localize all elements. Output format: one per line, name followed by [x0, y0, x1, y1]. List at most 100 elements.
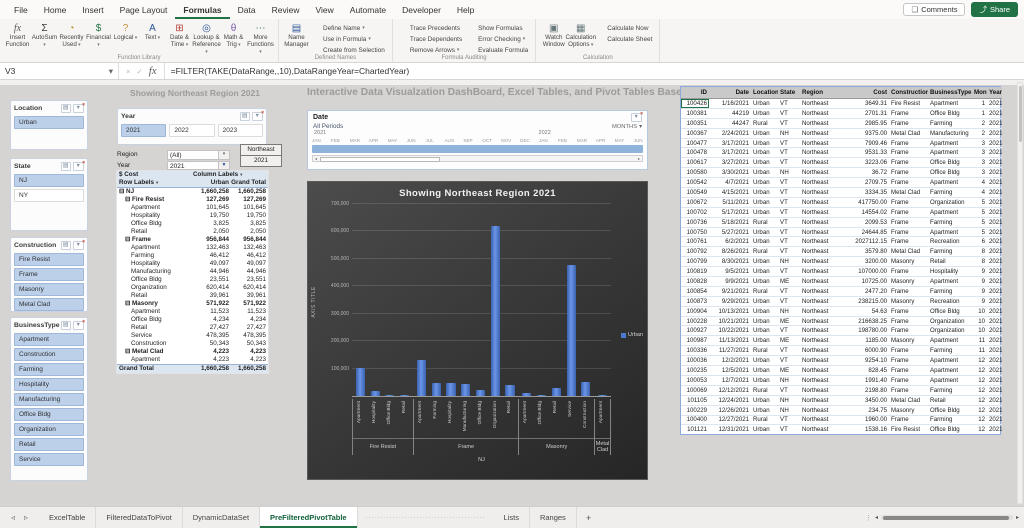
table-cell[interactable]: Office Bldg — [928, 405, 972, 416]
ribbon-tab-page-layout[interactable]: Page Layout — [112, 0, 176, 19]
table-cell[interactable]: 2021 — [987, 167, 1002, 179]
table-cell[interactable]: Apartment — [928, 375, 972, 386]
table-cell[interactable]: Metal Clad — [889, 128, 928, 139]
timeline-month-2022-jan[interactable]: JAN — [539, 137, 558, 145]
table-cell[interactable]: 9254.10 — [845, 355, 889, 367]
ribbon-button-trace-dependents[interactable]: Trace Dependents — [400, 35, 462, 43]
chart-bar-masonry-construction[interactable] — [581, 382, 591, 396]
table-cell[interactable]: 100426 — [681, 98, 709, 109]
column-header-location[interactable]: Location — [751, 87, 778, 99]
table-cell[interactable]: Recreation — [928, 236, 972, 248]
ribbon-button-more-functions[interactable]: ⋯ More Functions ▾ — [247, 21, 274, 56]
sheet-nav-right-icon[interactable]: ▹ — [24, 513, 28, 522]
table-cell[interactable]: Apartment — [928, 276, 972, 287]
timeline-month-2021-mar[interactable]: MAR — [350, 137, 369, 145]
table-cell[interactable]: 2701.31 — [845, 108, 889, 119]
table-cell[interactable]: 2709.75 — [845, 177, 889, 189]
table-cell[interactable]: 5/11/2021 — [709, 197, 751, 208]
table-cell[interactable]: Frame — [889, 217, 928, 228]
timeline-scroll-left-icon[interactable]: ◂ — [313, 156, 319, 161]
table-cell[interactable]: Northeast — [800, 256, 845, 268]
chart-bar-frame-manufacturing[interactable] — [461, 383, 471, 396]
hscroll-thumb[interactable] — [882, 515, 1009, 520]
table-cell[interactable]: Urban — [751, 355, 778, 367]
table-cell[interactable]: Retail — [928, 256, 972, 268]
table-cell[interactable]: 100617 — [681, 157, 709, 169]
table-cell[interactable]: 2021 — [987, 207, 1002, 218]
ribbon-button-trace-precedents[interactable]: Trace Precedents — [400, 24, 462, 32]
table-cell[interactable]: 100702 — [681, 207, 709, 218]
table-cell[interactable]: Organization — [928, 316, 972, 327]
table-cell[interactable]: Northeast — [800, 306, 845, 317]
table-cell[interactable]: 107000.00 — [845, 266, 889, 278]
timeline-month-2022-apr[interactable]: APR — [596, 137, 615, 145]
table-cell[interactable]: Rural — [751, 415, 778, 426]
slicer-item-metal-clad[interactable]: Metal Clad — [14, 298, 84, 311]
ribbon-tab-developer[interactable]: Developer — [394, 0, 449, 19]
table-cell[interactable]: 9/5/2021 — [709, 266, 751, 278]
chart-bar-frame-office-bldg[interactable] — [475, 389, 486, 396]
new-sheet-button[interactable]: + — [577, 507, 600, 528]
chart-bar-fire-resist-apartment[interactable] — [355, 368, 365, 396]
table-cell[interactable]: Farming — [928, 286, 972, 297]
table-cell[interactable]: Urban — [751, 177, 778, 189]
timeline-month-2021-dec[interactable]: DEC — [520, 137, 539, 145]
table-cell[interactable]: 4/7/2021 — [709, 177, 751, 189]
clear-filter-icon[interactable]: ▼ — [72, 102, 86, 113]
insert-function-fx-icon[interactable]: fx — [149, 65, 157, 77]
table-cell[interactable]: Frame — [889, 266, 928, 278]
table-cell[interactable]: 12/5/2021 — [709, 365, 751, 376]
timeline-month-2021-sep[interactable]: SEP — [463, 137, 482, 145]
ribbon-tab-insert[interactable]: Insert — [74, 0, 111, 19]
table-cell[interactable]: 100761 — [681, 236, 709, 248]
name-manager-button[interactable]: ▤ Name Manager — [283, 21, 310, 50]
table-cell[interactable]: Apartment — [928, 147, 972, 159]
table-cell[interactable]: Frame — [889, 157, 928, 169]
table-cell[interactable]: Recreation — [928, 296, 972, 307]
table-cell[interactable]: 3/30/2021 — [709, 167, 751, 179]
pivot-row-labels-dropdown[interactable]: Row Labels ▾ — [117, 179, 191, 187]
table-cell[interactable]: Northeast — [800, 118, 845, 129]
table-cell[interactable]: 2021 — [987, 187, 1002, 198]
table-cell[interactable]: 12/27/2021 — [709, 415, 751, 426]
table-cell[interactable]: 2021 — [987, 415, 1002, 426]
column-header-cost[interactable]: Cost — [845, 87, 889, 99]
table-cell[interactable]: Northeast — [800, 167, 845, 179]
table-cell[interactable]: Frame — [889, 415, 928, 426]
table-cell[interactable]: Frame — [889, 375, 928, 386]
ribbon-button-date-time[interactable]: ⊞ Date & Time ▾ — [166, 21, 193, 56]
table-cell[interactable]: Urban — [751, 335, 778, 347]
ribbon-tab-view[interactable]: View — [308, 0, 342, 19]
table-cell[interactable]: Northeast — [800, 236, 845, 248]
table-cell[interactable]: Hospitality — [928, 266, 972, 278]
table-cell[interactable]: Urban — [751, 207, 778, 218]
table-cell[interactable]: 100904 — [681, 306, 709, 317]
multi-select-icon[interactable]: ▤ — [60, 162, 71, 171]
table-cell[interactable]: Urban — [751, 365, 778, 376]
year-slicer-item-2022[interactable]: 2022 — [169, 124, 215, 137]
table-cell[interactable]: 5 — [972, 197, 987, 208]
timeline-scroll-thumb[interactable] — [320, 157, 441, 162]
ribbon-tab-formulas[interactable]: Formulas — [175, 0, 229, 19]
table-cell[interactable]: Northeast — [800, 138, 845, 149]
table-cell[interactable]: 3 — [972, 167, 987, 179]
table-cell[interactable]: VT — [778, 187, 800, 198]
ribbon-button-autosum[interactable]: Σ AutoSum ▾ — [31, 21, 58, 56]
table-cell[interactable]: Urban — [751, 236, 778, 248]
table-cell[interactable]: Frame — [889, 147, 928, 159]
table-cell[interactable]: Organization — [928, 325, 972, 337]
table-cell[interactable]: Office Bldg — [928, 167, 972, 179]
table-cell[interactable]: Urban — [751, 157, 778, 169]
table-cell[interactable]: Rural — [751, 345, 778, 357]
table-cell[interactable]: 4/15/2021 — [709, 187, 751, 198]
table-cell[interactable]: VT — [778, 296, 800, 307]
table-cell[interactable]: Farming — [928, 187, 972, 198]
table-cell[interactable]: Northeast — [800, 325, 845, 337]
linked-region-cell[interactable]: Northeast — [240, 144, 282, 156]
timeline-month-2021-jul[interactable]: JUL — [426, 137, 445, 145]
sheet-tab-filtereddatatopivot[interactable]: FilteredDataToPivot — [96, 507, 183, 528]
timeline-month-2021-apr[interactable]: APR — [369, 137, 388, 145]
column-header-state[interactable]: State — [778, 87, 800, 99]
timeline-month-2022-jun[interactable]: JUN — [634, 137, 643, 145]
sheet-tab-lists[interactable]: Lists — [494, 507, 530, 528]
